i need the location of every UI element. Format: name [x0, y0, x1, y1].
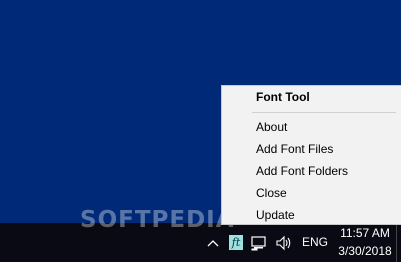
network-icon [251, 235, 266, 250]
menu-item-label: About [256, 120, 288, 134]
menu-item-close[interactable]: Close [222, 182, 401, 204]
chevron-up-icon [207, 239, 219, 246]
clock-date: 3/30/2018 [338, 244, 392, 258]
menu-item-add-font-files[interactable]: Add Font Files [222, 138, 401, 160]
input-language-indicator[interactable]: ENG [302, 235, 328, 249]
menu-separator [252, 112, 396, 113]
softpedia-watermark: SOFTPEDIA [80, 207, 235, 233]
menu-item-add-font-folders[interactable]: Add Font Folders [222, 160, 401, 182]
show-desktop-button[interactable] [396, 223, 401, 262]
menu-item-label: Add Font Folders [256, 164, 349, 178]
network-tray-button[interactable] [249, 223, 271, 262]
font-tool-context-menu: Font Tool About Add Font Files Add Font … [221, 85, 401, 225]
menu-item-label: Update [256, 208, 295, 222]
clock-time: 11:57 AM [340, 226, 390, 240]
volume-tray-button[interactable] [273, 223, 295, 262]
font-tool-icon: ft [229, 235, 243, 250]
taskbar-clock[interactable]: 11:57 AM 3/30/2018 [335, 223, 395, 262]
volume-icon [276, 235, 291, 250]
menu-item-label: Close [256, 186, 287, 200]
menu-item-update[interactable]: ● Update [222, 204, 401, 226]
menu-item-about[interactable]: About [222, 116, 401, 138]
menu-title[interactable]: Font Tool [256, 90, 310, 104]
menu-item-label: Add Font Files [256, 142, 334, 156]
